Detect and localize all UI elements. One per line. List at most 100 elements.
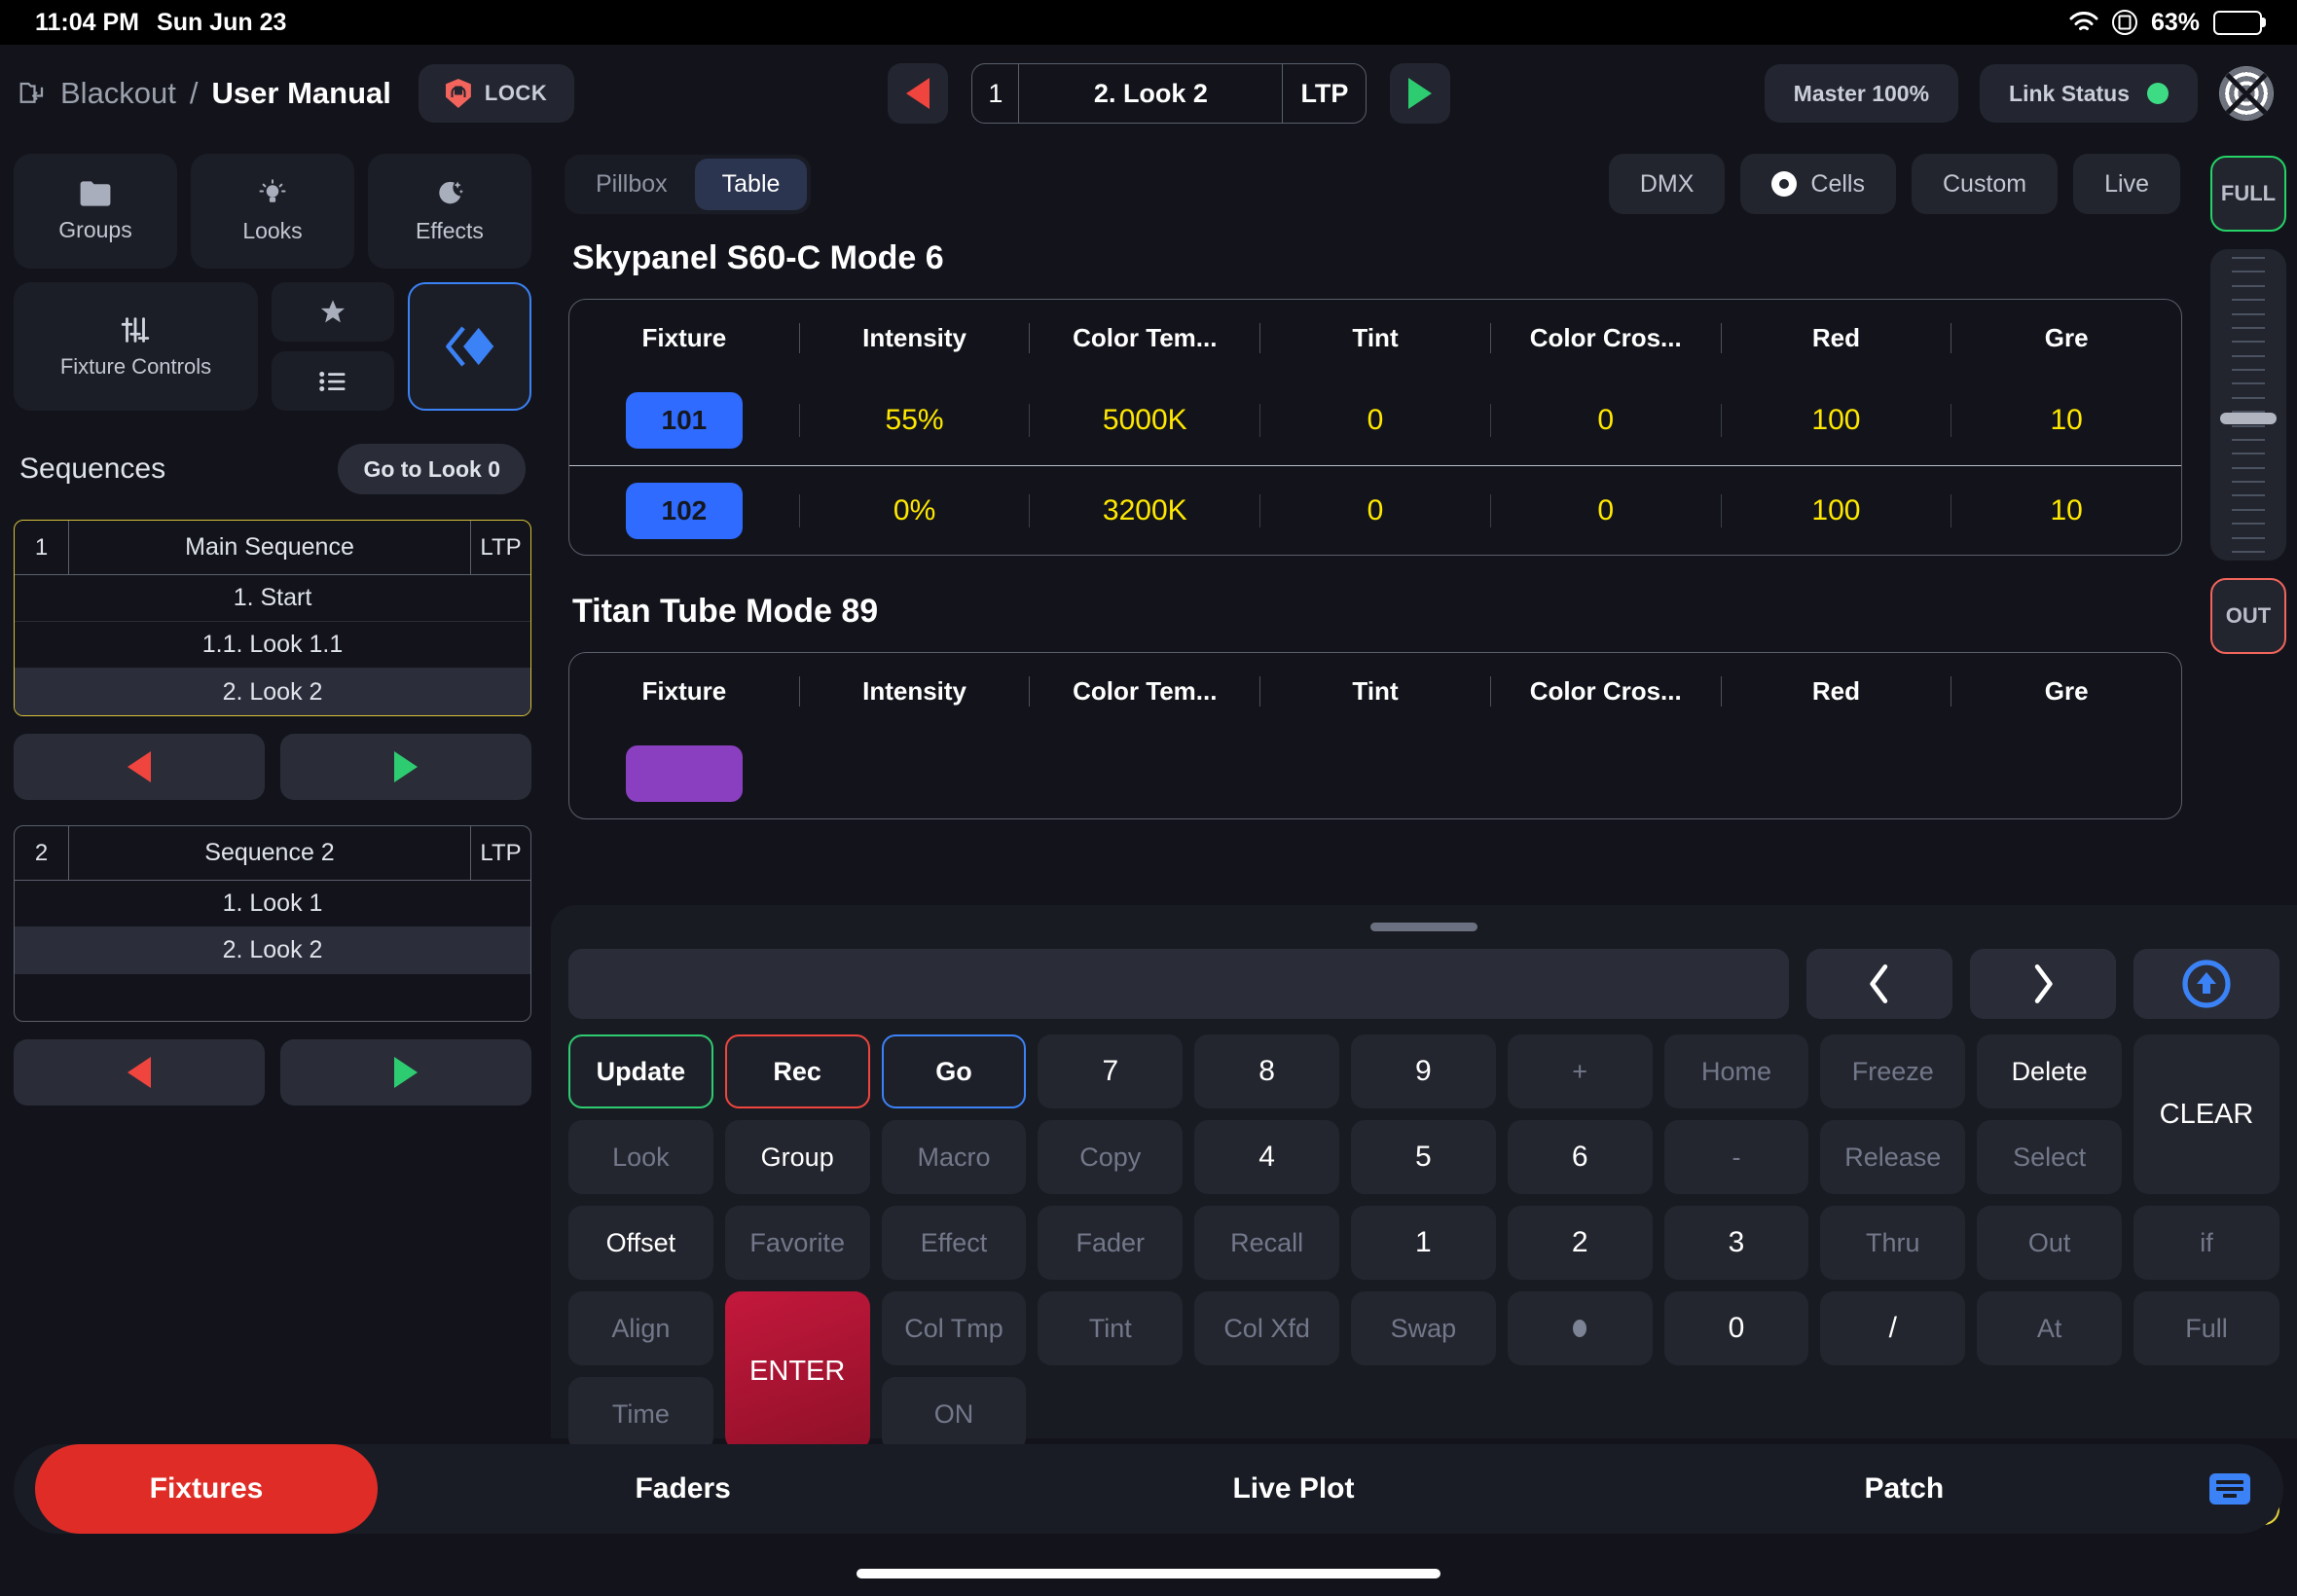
- keyboard-icon[interactable]: [2209, 1473, 2250, 1505]
- fixture-cell[interactable]: 102: [569, 483, 799, 539]
- sequence-table[interactable]: 2 Sequence 2 LTP 1. Look 1 2. Look 2: [14, 825, 531, 1022]
- previous-cue-button[interactable]: [888, 63, 948, 124]
- key-release[interactable]: Release: [1820, 1120, 1965, 1194]
- fader-knob[interactable]: [2220, 413, 2277, 424]
- sidebar-item-looks[interactable]: Looks: [191, 154, 354, 269]
- table-cell[interactable]: 5000K: [1029, 404, 1259, 437]
- intensity-fader[interactable]: [2210, 249, 2286, 561]
- table-row[interactable]: 102 0% 3200K 0 0 100 10: [569, 465, 2181, 555]
- key-clear[interactable]: CLEAR: [2133, 1034, 2279, 1194]
- key-offset[interactable]: Offset: [568, 1206, 713, 1280]
- key-at[interactable]: At: [1977, 1291, 2122, 1365]
- table-cell[interactable]: 100: [1721, 404, 1951, 437]
- nav-item-live-plot[interactable]: Live Plot: [988, 1444, 1598, 1534]
- nav-item-faders[interactable]: Faders: [378, 1444, 988, 1534]
- list-view-button[interactable]: [272, 351, 394, 411]
- key-3[interactable]: 3: [1664, 1206, 1809, 1280]
- key-2[interactable]: 2: [1508, 1206, 1653, 1280]
- key-delete[interactable]: Delete: [1977, 1034, 2122, 1108]
- key-fader[interactable]: Fader: [1038, 1206, 1183, 1280]
- favorite-button[interactable]: [272, 282, 394, 342]
- sequence-cue-row[interactable]: [15, 974, 530, 1021]
- breadcrumb[interactable]: Blackout / User Manual: [18, 76, 391, 111]
- fixture-cell[interactable]: [569, 745, 799, 802]
- command-next-button[interactable]: [1970, 949, 2116, 1019]
- sidebar-item-effects[interactable]: Effects: [368, 154, 531, 269]
- link-status-button[interactable]: Link Status: [1980, 64, 2198, 123]
- table-cell[interactable]: 0: [1490, 494, 1721, 527]
- out-button[interactable]: OUT: [2210, 578, 2286, 654]
- panel-drag-handle[interactable]: [1370, 923, 1477, 931]
- sequence-table[interactable]: 1 Main Sequence LTP 1. Start 1.1. Look 1…: [14, 520, 531, 716]
- key-col-tmp[interactable]: Col Tmp: [882, 1291, 1027, 1365]
- nav-item-patch[interactable]: Patch: [1599, 1444, 2209, 1534]
- key-full[interactable]: Full: [2133, 1291, 2279, 1365]
- full-button[interactable]: FULL: [2210, 156, 2286, 232]
- table-cell[interactable]: 3200K: [1029, 494, 1259, 527]
- table-cell[interactable]: 100: [1721, 494, 1951, 527]
- key-1[interactable]: 1: [1351, 1206, 1496, 1280]
- go-to-look-button[interactable]: Go to Look 0: [338, 444, 526, 494]
- key-0[interactable]: 0: [1664, 1291, 1809, 1365]
- table-cell[interactable]: 0: [1490, 404, 1721, 437]
- fixture-id-chip[interactable]: [626, 745, 743, 802]
- key-slash[interactable]: /: [1820, 1291, 1965, 1365]
- command-prev-button[interactable]: [1806, 949, 1952, 1019]
- fixture-cell[interactable]: 101: [569, 392, 799, 449]
- sequence-cue-row[interactable]: 1.1. Look 1.1: [15, 622, 530, 669]
- table-cell[interactable]: 10: [1951, 494, 2181, 527]
- key-macro[interactable]: Macro: [882, 1120, 1027, 1194]
- fixture-id-chip[interactable]: 102: [626, 483, 743, 539]
- key-if[interactable]: if: [2133, 1206, 2279, 1280]
- sidebar-item-groups[interactable]: Groups: [14, 154, 177, 269]
- sequence-cue-row[interactable]: 1. Look 1: [15, 881, 530, 927]
- nav-item-fixtures[interactable]: Fixtures: [35, 1444, 378, 1534]
- key-9[interactable]: 9: [1351, 1034, 1496, 1108]
- sequence-next-button[interactable]: [280, 1039, 531, 1106]
- master-button[interactable]: Master 100%: [1765, 64, 1958, 123]
- tab-table[interactable]: Table: [695, 159, 808, 210]
- key-group[interactable]: Group: [725, 1120, 870, 1194]
- key-out[interactable]: Out: [1977, 1206, 2122, 1280]
- key-align[interactable]: Align: [568, 1291, 713, 1365]
- key-4[interactable]: 4: [1194, 1120, 1339, 1194]
- key-home[interactable]: Home: [1664, 1034, 1809, 1108]
- tab-live[interactable]: Live: [2073, 154, 2180, 214]
- key-plus[interactable]: +: [1508, 1034, 1653, 1108]
- command-submit-button[interactable]: [2133, 949, 2279, 1019]
- key-thru[interactable]: Thru: [1820, 1206, 1965, 1280]
- key-effect[interactable]: Effect: [882, 1206, 1027, 1280]
- key-freeze[interactable]: Freeze: [1820, 1034, 1965, 1108]
- encoder-wheel-icon[interactable]: [2219, 66, 2274, 121]
- key-enter[interactable]: ENTER: [725, 1291, 870, 1451]
- key-8[interactable]: 8: [1194, 1034, 1339, 1108]
- table-row[interactable]: 101 55% 5000K 0 0 100 10: [569, 376, 2181, 465]
- key-7[interactable]: 7: [1038, 1034, 1183, 1108]
- sequence-next-button[interactable]: [280, 734, 531, 800]
- tab-dmx[interactable]: DMX: [1609, 154, 1726, 214]
- command-input[interactable]: [568, 949, 1789, 1019]
- current-cue-display[interactable]: 1 2. Look 2 LTP: [971, 63, 1367, 124]
- table-cell[interactable]: 10: [1951, 404, 2181, 437]
- next-cue-button[interactable]: [1390, 63, 1450, 124]
- key-copy[interactable]: Copy: [1038, 1120, 1183, 1194]
- sequence-cue-row[interactable]: 1. Start: [15, 575, 530, 622]
- table-cell[interactable]: 0: [1259, 494, 1490, 527]
- key-recall[interactable]: Recall: [1194, 1206, 1339, 1280]
- key-6[interactable]: 6: [1508, 1120, 1653, 1194]
- breadcrumb-parent[interactable]: Blackout: [60, 76, 176, 111]
- diamond-mode-button[interactable]: [408, 282, 531, 411]
- key-update[interactable]: Update: [568, 1034, 713, 1108]
- fixture-id-chip[interactable]: 101: [626, 392, 743, 449]
- table-row[interactable]: [569, 729, 2181, 818]
- key-rec[interactable]: Rec: [725, 1034, 870, 1108]
- key-minus[interactable]: -: [1664, 1120, 1809, 1194]
- key-decimal[interactable]: [1508, 1291, 1653, 1365]
- lock-button[interactable]: LOCK: [419, 64, 574, 123]
- table-cell[interactable]: 55%: [799, 404, 1030, 437]
- sequence-prev-button[interactable]: [14, 1039, 265, 1106]
- sequence-cue-row[interactable]: 2. Look 2: [15, 927, 530, 974]
- key-swap[interactable]: Swap: [1351, 1291, 1496, 1365]
- sequence-prev-button[interactable]: [14, 734, 265, 800]
- table-cell[interactable]: 0: [1259, 404, 1490, 437]
